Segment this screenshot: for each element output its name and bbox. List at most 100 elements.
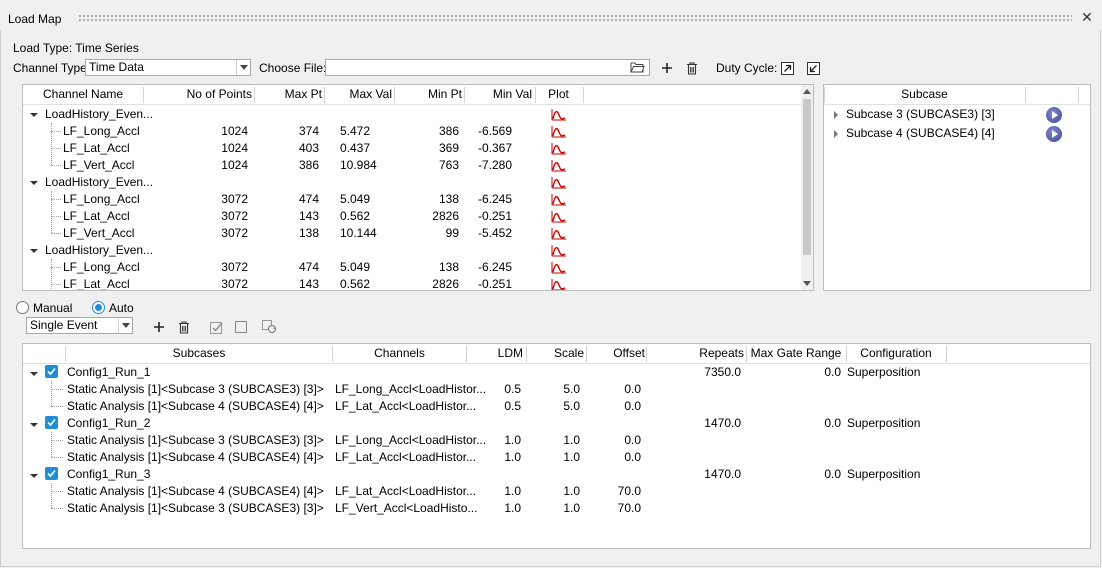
channel-group[interactable]: LoadHistory_Even...: [45, 106, 153, 123]
check-all-button[interactable]: [208, 319, 224, 335]
col-max-pt[interactable]: Max Pt: [255, 85, 322, 104]
offset[interactable]: 0.0: [587, 432, 641, 449]
offset[interactable]: 0.0: [587, 398, 641, 415]
offset[interactable]: 0.0: [587, 449, 641, 466]
col-plot[interactable]: Plot: [536, 85, 581, 104]
col-max-val[interactable]: Max Val: [325, 85, 392, 104]
runs-table[interactable]: Subcases Channels LDM Scale Offset Repea…: [22, 343, 1091, 549]
folder-icon[interactable]: [629, 59, 645, 75]
manual-radio[interactable]: [16, 301, 29, 314]
ldm[interactable]: 1.0: [467, 500, 521, 517]
refresh-button[interactable]: [261, 319, 277, 335]
col-repeats[interactable]: Repeats: [647, 344, 744, 363]
run-channel[interactable]: LF_Long_Accl<LoadHistor...: [335, 432, 486, 449]
scale[interactable]: 1.0: [527, 483, 580, 500]
chevron-right-icon[interactable]: [832, 130, 840, 138]
plot-icon[interactable]: [551, 210, 567, 223]
run-channel[interactable]: LF_Lat_Accl<LoadHistor...: [335, 398, 476, 415]
delete-run-button[interactable]: [176, 319, 192, 335]
delete-channel-button[interactable]: [684, 60, 700, 76]
config-name[interactable]: Config1_Run_1: [67, 364, 150, 381]
ldm[interactable]: 0.5: [467, 381, 521, 398]
channel-group[interactable]: LoadHistory_Even...: [45, 174, 153, 191]
scale[interactable]: 1.0: [527, 500, 580, 517]
plot-icon[interactable]: [551, 244, 567, 257]
scroll-down-icon[interactable]: [803, 281, 811, 286]
file-path-input[interactable]: [325, 59, 650, 76]
plot-icon[interactable]: [551, 261, 567, 274]
repeats[interactable]: 7350.0: [647, 364, 741, 381]
col-ldm[interactable]: LDM: [467, 344, 523, 363]
subcase-panel[interactable]: Subcase Subcase 3 (SUBCASE3) [3] Subcase…: [823, 84, 1091, 291]
channels-table[interactable]: Channel Name No of Points Max Pt Max Val…: [22, 84, 814, 291]
run-subcase[interactable]: Static Analysis [1]<Subcase 3 (SUBCASE3)…: [67, 381, 324, 398]
ldm[interactable]: 0.5: [467, 398, 521, 415]
chevron-down-icon[interactable]: [30, 179, 38, 187]
col-offset[interactable]: Offset: [587, 344, 645, 363]
repeats[interactable]: 1470.0: [647, 415, 741, 432]
config-checkbox[interactable]: [45, 365, 58, 378]
col-subcases[interactable]: Subcases: [66, 344, 332, 363]
repeats[interactable]: 1470.0: [647, 466, 741, 483]
run-subcase[interactable]: Static Analysis [1]<Subcase 4 (SUBCASE4)…: [67, 483, 324, 500]
offset[interactable]: 70.0: [587, 500, 641, 517]
close-icon[interactable]: ✕: [1080, 10, 1094, 24]
play-icon[interactable]: [1046, 107, 1062, 123]
plot-icon[interactable]: [551, 176, 567, 189]
channels-scrollbar[interactable]: [801, 85, 813, 290]
offset[interactable]: 0.0: [587, 381, 641, 398]
max-gate-range[interactable]: 0.0: [747, 415, 841, 432]
col-no-of-points[interactable]: No of Points: [144, 85, 252, 104]
col-channels[interactable]: Channels: [333, 344, 466, 363]
col-scale[interactable]: Scale: [527, 344, 584, 363]
event-type-select[interactable]: Single Event: [26, 317, 133, 334]
chevron-down-icon[interactable]: [30, 111, 38, 119]
configuration[interactable]: Superposition: [847, 415, 920, 432]
add-run-button[interactable]: [151, 319, 167, 335]
config-name[interactable]: Config1_Run_3: [67, 466, 150, 483]
auto-radio[interactable]: [92, 301, 105, 314]
scale[interactable]: 5.0: [527, 381, 580, 398]
run-subcase[interactable]: Static Analysis [1]<Subcase 3 (SUBCASE3)…: [67, 432, 324, 449]
col-max-gate-range[interactable]: Max Gate Range: [747, 344, 845, 363]
run-subcase[interactable]: Static Analysis [1]<Subcase 4 (SUBCASE4)…: [67, 449, 324, 466]
config-name[interactable]: Config1_Run_2: [67, 415, 150, 432]
duty-cycle-import-button[interactable]: [805, 60, 821, 76]
config-checkbox[interactable]: [45, 467, 58, 480]
config-checkbox[interactable]: [45, 416, 58, 429]
configuration[interactable]: Superposition: [847, 364, 920, 381]
max-gate-range[interactable]: 0.0: [747, 364, 841, 381]
run-channel[interactable]: LF_Long_Accl<LoadHistor...: [335, 381, 486, 398]
chevron-down-icon[interactable]: [30, 421, 38, 429]
chevron-down-icon[interactable]: [30, 247, 38, 255]
scale[interactable]: 1.0: [527, 432, 580, 449]
chevron-down-icon[interactable]: [30, 370, 38, 378]
col-min-pt[interactable]: Min Pt: [395, 85, 462, 104]
subcase-item[interactable]: Subcase 4 (SUBCASE4) [4]: [846, 125, 995, 142]
configuration[interactable]: Superposition: [847, 466, 920, 483]
duty-cycle-export-button[interactable]: [779, 60, 795, 76]
scale[interactable]: 1.0: [527, 449, 580, 466]
panel-grip[interactable]: [78, 14, 1072, 22]
plot-icon[interactable]: [551, 193, 567, 206]
scroll-up-icon[interactable]: [803, 89, 811, 94]
add-channel-button[interactable]: [659, 60, 675, 76]
ldm[interactable]: 1.0: [467, 449, 521, 466]
scroll-thumb[interactable]: [803, 99, 811, 255]
plot-icon[interactable]: [551, 227, 567, 240]
chevron-down-icon[interactable]: [30, 472, 38, 480]
uncheck-all-button[interactable]: [233, 319, 249, 335]
run-subcase[interactable]: Static Analysis [1]<Subcase 3 (SUBCASE3)…: [67, 500, 324, 517]
col-min-val[interactable]: Min Val: [465, 85, 532, 104]
run-channel[interactable]: LF_Vert_Accl<LoadHisto...: [335, 500, 477, 517]
run-channel[interactable]: LF_Lat_Accl<LoadHistor...: [335, 483, 476, 500]
col-channel-name[interactable]: Channel Name: [43, 85, 123, 104]
channel-type-select[interactable]: Time Data: [85, 59, 251, 76]
plot-icon[interactable]: [551, 142, 567, 155]
channel-group[interactable]: LoadHistory_Even...: [45, 242, 153, 259]
scale[interactable]: 5.0: [527, 398, 580, 415]
plot-icon[interactable]: [551, 125, 567, 138]
max-gate-range[interactable]: 0.0: [747, 466, 841, 483]
play-icon[interactable]: [1046, 126, 1062, 142]
offset[interactable]: 70.0: [587, 483, 641, 500]
